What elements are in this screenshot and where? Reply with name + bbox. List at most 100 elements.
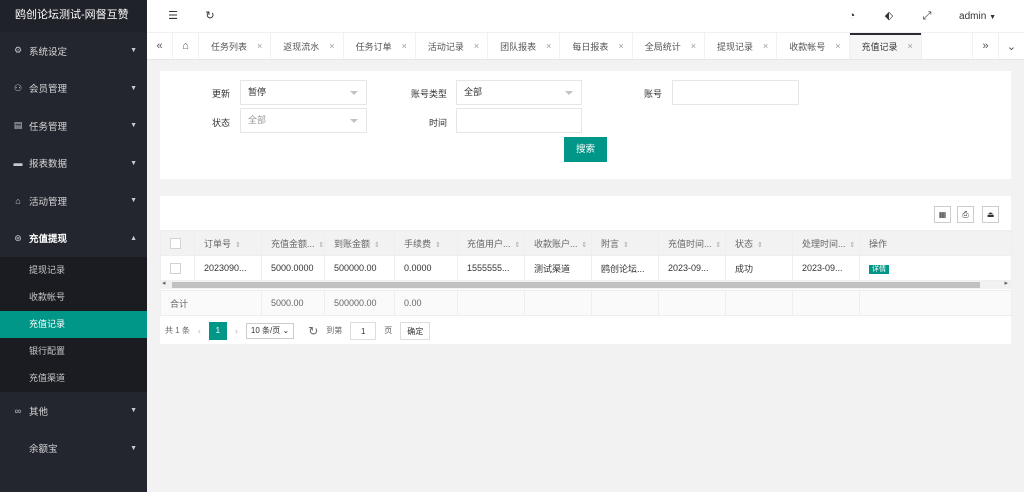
print-icon[interactable]: ⎙ [957,206,974,223]
sidebar-subitem-bank-config[interactable]: 银行配置 [0,338,147,365]
close-icon[interactable]: × [691,41,696,51]
sidebar-subitem-recharge-records[interactable]: 充值记录 [0,311,147,338]
scroll-left-icon[interactable]: ◂ [162,279,166,287]
tab-task-list[interactable]: 任务列表 × [199,33,272,59]
tab-daily-report[interactable]: 每日报表 × [560,33,633,59]
table-row: 2023090... 5000.0000 500000.00 0.0000 15… [160,255,1012,281]
sidebar-subitem-withdraw-records[interactable]: 提现记录 [0,257,147,284]
account-input[interactable] [672,80,799,105]
next-page-icon[interactable]: › [235,322,238,340]
page-number[interactable]: 1 [208,321,227,340]
close-icon[interactable]: × [618,41,623,51]
close-icon[interactable]: × [402,41,407,51]
status-select[interactable]: 全部 [240,108,367,133]
tab-withdraw-records[interactable]: 提现记录 × [705,33,778,59]
sort-icon: ⇕ [849,241,856,249]
home-icon[interactable]: ⌂ [173,33,199,59]
pagination: 共 1 条 ‹ 1 › 10 条/页 ⌄ ↻ 到第 1 页 确定 [160,317,1011,344]
sort-icon: ⇕ [715,241,722,249]
chevron-down-icon: ▼ [130,122,137,130]
update-select[interactable]: 暂停 [240,80,367,105]
tag-icon[interactable]: ⬖ [879,0,899,33]
close-icon[interactable]: × [763,41,768,51]
tabs-scroll-right-icon[interactable]: » [972,33,998,59]
account-type-label: 账号类型 [410,89,447,99]
col-recharge-time[interactable]: 充值时间... ⇕ [658,230,726,256]
col-receiving-account[interactable]: 收款账户... ⇕ [524,230,592,256]
admin-menu[interactable]: admin ▼ [959,0,996,33]
page-size-select[interactable]: 10 条/页 ⌄ [245,322,295,339]
goto-page-input[interactable]: 1 [350,321,377,340]
close-icon[interactable]: × [835,41,840,51]
scroll-right-icon[interactable]: ▸ [1004,279,1008,287]
tab-team-report[interactable]: 团队报表 × [488,33,561,59]
document-icon: ▤ [13,120,23,131]
search-button[interactable]: 搜索 [564,137,607,162]
caret-down-icon [350,119,358,123]
close-icon[interactable]: × [474,41,479,51]
sidebar-item-activities[interactable]: ⌂ 活动管理 ▼ [0,182,147,220]
col-remark[interactable]: 附言 ⇕ [591,230,659,256]
sidebar-item-label: 系统设定 [29,46,68,58]
gear-icon: ⚙ [13,45,23,56]
dollar-circle-icon: ⊛ [14,232,22,243]
columns-icon[interactable]: ▦ [934,206,951,223]
tab-task-orders[interactable]: 任务订单 × [344,33,416,59]
status-select-value: 全部 [248,115,267,125]
sidebar-item-reports[interactable]: ▬ 报表数据 ▼ [0,145,147,183]
fullscreen-icon[interactable]: ⤢ [917,0,937,33]
sidebar-item-label: 活动管理 [29,196,68,208]
prev-page-icon[interactable]: ‹ [198,322,201,340]
sidebar-item-other[interactable]: ∞ 其他 ▼ [0,392,147,430]
tabs-dropdown-icon[interactable]: ⌄ [998,33,1024,59]
chevron-up-icon: ▲ [130,234,137,242]
sidebar-item-label: 任务管理 [29,121,68,133]
chevron-down-icon: ▼ [130,159,137,167]
horizontal-scrollbar[interactable]: ◂ ▸ [160,279,1011,289]
close-icon[interactable]: × [908,41,913,51]
account-type-select[interactable]: 全部 [456,80,582,105]
goto-confirm-button[interactable]: 确定 [400,321,431,340]
col-arrival-amount[interactable]: 到账金额 ⇕ [324,230,395,256]
sidebar-item-recharge-withdraw[interactable]: ⊛ 充值提现 ▲ [0,220,147,258]
select-all-checkbox[interactable] [170,237,181,249]
tabs-scroll-left-icon[interactable]: « [147,33,173,59]
table-header-row: 订单号 ⇕ 充值金额... ⇕ 到账金额 ⇕ 手续费 ⇕ 充值用户... ⇕ 收款账户..… [160,230,1012,256]
row-checkbox[interactable] [170,262,181,274]
refresh-icon[interactable]: ↻ [200,0,220,33]
menu-toggle-icon[interactable]: ☰ [163,0,183,33]
sidebar-item-tasks[interactable]: ▤ 任务管理 ▼ [0,107,147,145]
sidebar-item-system-settings[interactable]: ⚙ 系统设定 ▼ [0,32,147,70]
sidebar-subitem-receiving-accounts[interactable]: 收款帐号 [0,284,147,311]
link-icon: ∞ [14,405,22,416]
sidebar-item-yuebao[interactable]: 余额宝 ▼ [0,430,147,468]
detail-button[interactable]: 详情 [869,264,889,274]
col-recharge-user[interactable]: 充值用户... ⇕ [457,230,525,256]
sidebar-subitem-recharge-channels[interactable]: 充值渠道 [0,365,147,392]
refresh-icon[interactable]: ↻ [308,322,318,340]
col-status[interactable]: 状态 ⇕ [725,230,793,256]
tab-receiving-accounts[interactable]: 收款帐号 × [777,33,850,59]
tab-cashback-flow[interactable]: 返现流水 × [271,33,344,59]
time-input[interactable] [456,108,582,133]
tab-activity-records[interactable]: 活动记录 × [416,33,489,59]
col-recharge-amount[interactable]: 充值金额... ⇕ [261,230,325,256]
total-recharge-amount: 5000.00 [261,290,325,316]
col-process-time[interactable]: 处理时间... ⇕ [792,230,860,256]
col-order-no[interactable]: 订单号 ⇕ [194,230,262,256]
store-icon: ⌂ [15,195,21,206]
total-label: 合计 [160,290,262,316]
scrollbar-thumb[interactable] [172,282,980,288]
tab-recharge-records[interactable]: 充值记录 × [849,33,922,59]
col-fee[interactable]: 手续费 ⇕ [394,230,458,256]
close-icon[interactable]: × [329,41,334,51]
sidebar-item-members[interactable]: ⚇ 会员管理 ▼ [0,70,147,108]
export-icon[interactable]: ⏏ [982,206,999,223]
theme-icon[interactable]: ◔ [842,0,862,33]
tab-global-stats[interactable]: 全局统计 × [633,33,705,59]
cell-receiving-account: 测试渠道 [524,255,592,281]
close-icon[interactable]: × [546,41,551,51]
cell-order-no: 2023090... [194,255,262,281]
chevron-down-icon: ▼ [130,197,137,205]
close-icon[interactable]: × [257,41,262,51]
